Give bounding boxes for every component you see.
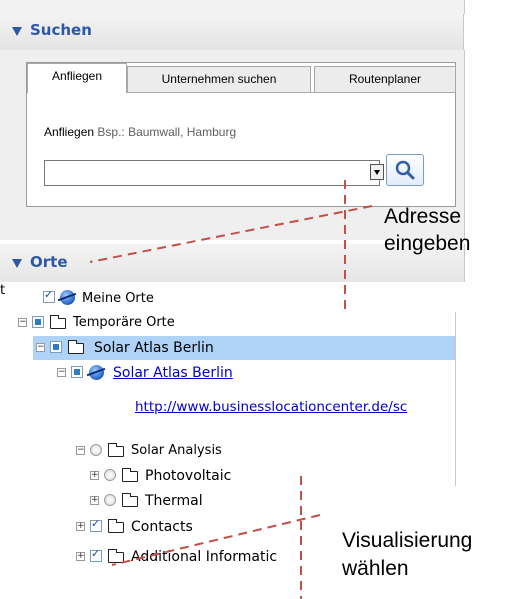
annotation-visual-line2: wählen bbox=[342, 557, 409, 580]
annotation-address-line2: eingeben bbox=[384, 232, 471, 255]
tab-underline bbox=[127, 92, 456, 93]
annotation-address-line1: Adresse bbox=[384, 205, 462, 228]
annotation-visual-line1: Visualisierung bbox=[342, 529, 473, 552]
tab-anfliegen[interactable]: Anfliegen bbox=[27, 63, 127, 93]
